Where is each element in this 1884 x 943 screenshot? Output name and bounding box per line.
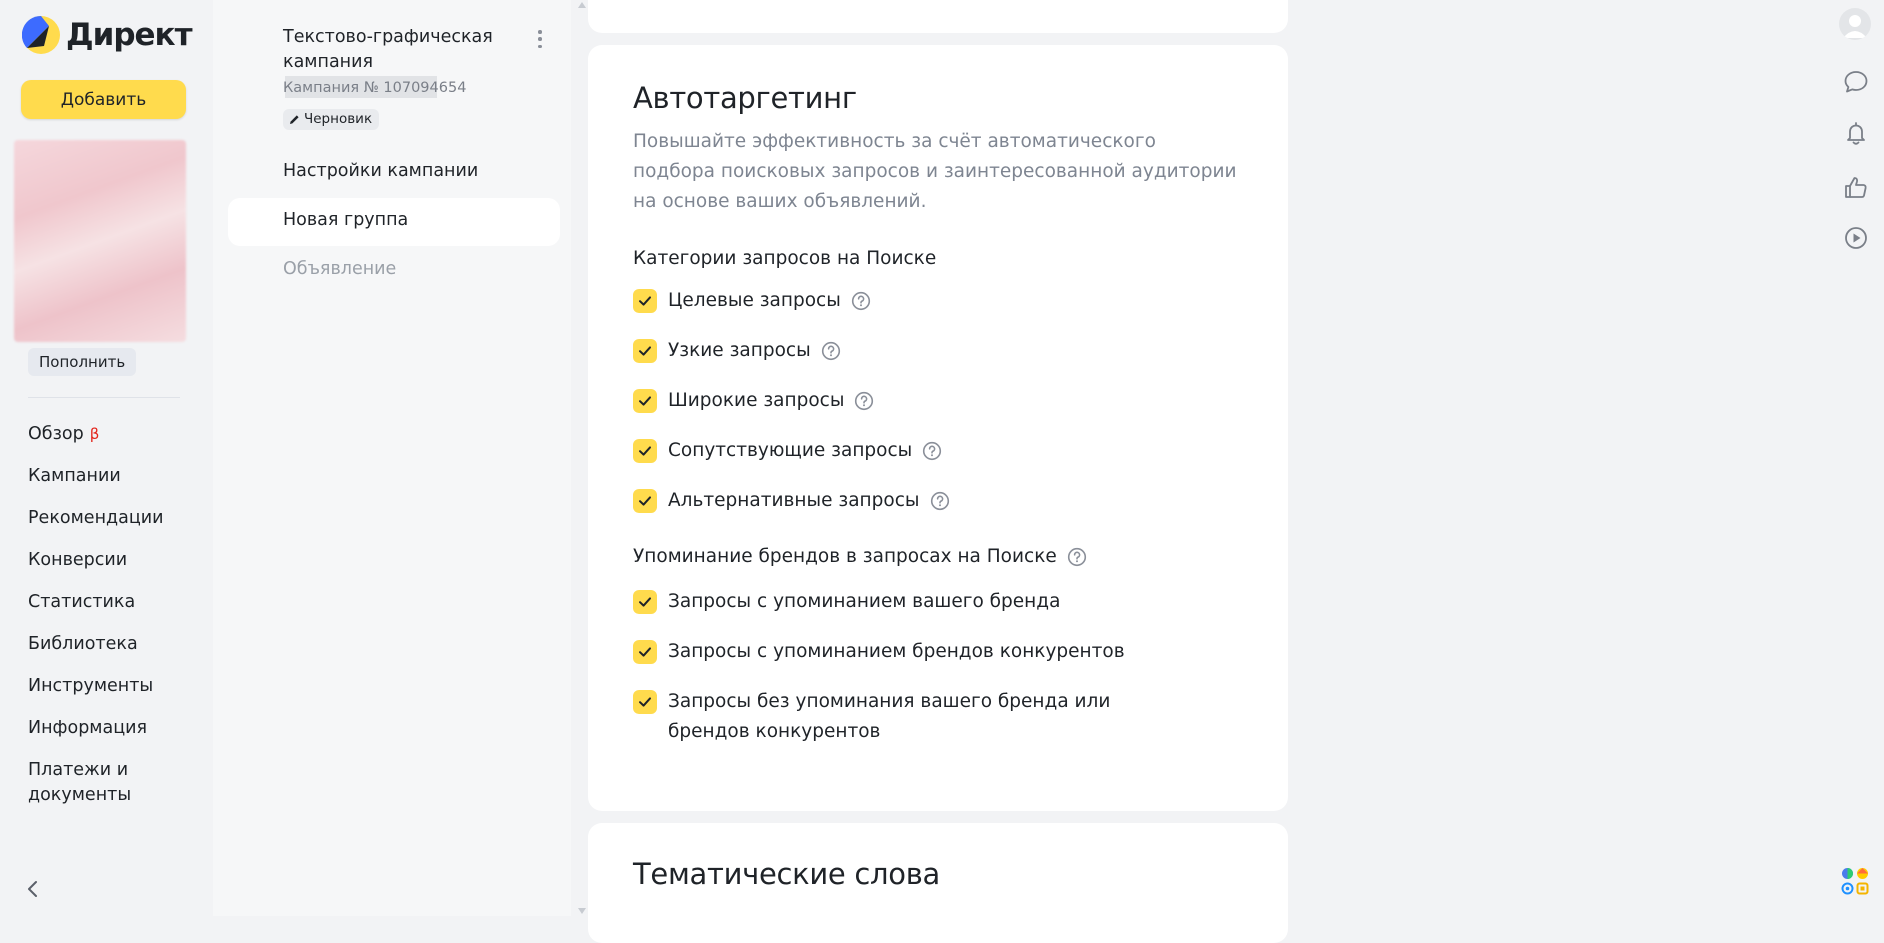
campaign-number: Кампания № 107094654 bbox=[283, 80, 467, 96]
direct-logo[interactable]: Директ bbox=[22, 16, 193, 54]
direct-logo-icon bbox=[22, 16, 60, 54]
checkbox-row[interactable]: Запросы без упоминания вашего бренда или… bbox=[633, 687, 1243, 747]
nav-item-recommendations[interactable]: Рекомендации bbox=[28, 506, 198, 531]
checkbox-label: Запросы без упоминания вашего бренда или… bbox=[668, 691, 1111, 742]
check-icon bbox=[639, 697, 651, 707]
checkbox-row[interactable]: Широкие запросы bbox=[633, 386, 1243, 416]
beta-badge: β bbox=[89, 425, 100, 443]
balance-block-redacted bbox=[14, 140, 186, 342]
help-icon[interactable] bbox=[1067, 547, 1087, 567]
checkbox-row[interactable]: Запросы с упоминанием брендов конкуренто… bbox=[633, 637, 1243, 667]
check-icon bbox=[639, 597, 651, 607]
apps-icon[interactable] bbox=[1840, 866, 1870, 896]
checkbox-row[interactable]: Сопутствующие запросы bbox=[633, 436, 1243, 466]
nav-item-payments[interactable]: Платежи и документы bbox=[28, 758, 158, 808]
brands-heading: Упоминание брендов в запросах на Поиске bbox=[633, 546, 1243, 567]
chat-icon[interactable] bbox=[1842, 68, 1870, 96]
checkbox-checked[interactable] bbox=[633, 439, 657, 463]
help-icon[interactable] bbox=[851, 291, 871, 311]
help-icon[interactable] bbox=[922, 441, 942, 461]
check-icon bbox=[639, 296, 651, 306]
check-icon bbox=[639, 647, 651, 657]
checkbox-checked[interactable] bbox=[633, 690, 657, 714]
thumbs-up-icon[interactable] bbox=[1842, 173, 1870, 201]
menu-item-ad[interactable]: Объявление bbox=[283, 259, 396, 279]
pencil-icon bbox=[290, 114, 299, 124]
main-navigation: Директ Добавить Пополнить Обзор β Кампани… bbox=[0, 0, 213, 916]
campaign-menu-icon[interactable] bbox=[533, 28, 547, 50]
nav-item-overview[interactable]: Обзор β bbox=[28, 422, 198, 447]
check-icon bbox=[639, 446, 651, 456]
nav-item-tools[interactable]: Инструменты bbox=[28, 674, 198, 699]
nav-item-conversions[interactable]: Конверсии bbox=[28, 548, 198, 573]
checkbox-label: Запросы с упоминанием вашего бренда bbox=[668, 591, 1061, 612]
add-button[interactable]: Добавить bbox=[21, 80, 186, 119]
checkbox-label: Широкие запросы bbox=[668, 390, 845, 411]
brands-heading-text: Упоминание брендов в запросах на Поиске bbox=[633, 546, 1057, 567]
status-badge: Черновик bbox=[283, 109, 380, 130]
checkbox-checked[interactable] bbox=[633, 640, 657, 664]
checkbox-label: Запросы с упоминанием брендов конкуренто… bbox=[668, 641, 1125, 662]
scroll-up-arrow-icon[interactable] bbox=[578, 2, 586, 8]
campaign-title-text: Текстово-графическая кампания bbox=[283, 27, 493, 72]
checkbox-checked[interactable] bbox=[633, 489, 657, 513]
nav-item-statistics[interactable]: Статистика bbox=[28, 590, 198, 615]
checkbox-label: Узкие запросы bbox=[668, 340, 811, 361]
menu-item-campaign-settings[interactable]: Настройки кампании bbox=[283, 161, 478, 181]
campaign-panel: Текстово-графическая кампания Кампания №… bbox=[213, 0, 571, 916]
nav-item-library[interactable]: Библиотека bbox=[28, 632, 198, 657]
nav-list: Обзор β Кампании Рекомендации Конверсии С… bbox=[28, 422, 198, 825]
thematic-words-title: Тематические слова bbox=[633, 857, 940, 891]
autotargeting-title: Автотаргетинг bbox=[633, 81, 857, 115]
menu-item-new-group[interactable]: Новая группа bbox=[283, 210, 408, 230]
checkbox-label: Альтернативные запросы bbox=[668, 490, 920, 511]
user-icon bbox=[1843, 15, 1867, 38]
play-icon[interactable] bbox=[1842, 224, 1870, 252]
check-icon bbox=[639, 496, 651, 506]
checkbox-checked[interactable] bbox=[633, 289, 657, 313]
previous-section-card bbox=[588, 0, 1288, 33]
status-badge-label: Черновик bbox=[304, 111, 373, 127]
bell-icon[interactable] bbox=[1842, 119, 1870, 147]
checkbox-checked[interactable] bbox=[633, 339, 657, 363]
nav-divider bbox=[28, 397, 180, 398]
nav-item-label: Обзор bbox=[28, 424, 84, 444]
help-icon[interactable] bbox=[821, 341, 841, 361]
check-icon bbox=[639, 346, 651, 356]
collapse-sidebar-icon[interactable] bbox=[24, 880, 42, 898]
checkbox-checked[interactable] bbox=[633, 389, 657, 413]
search-categories-heading: Категории запросов на Поиске bbox=[633, 248, 937, 269]
help-icon[interactable] bbox=[854, 391, 874, 411]
nav-item-campaigns[interactable]: Кампании bbox=[28, 464, 198, 489]
checkbox-checked[interactable] bbox=[633, 590, 657, 614]
nav-item-information[interactable]: Информация bbox=[28, 716, 198, 741]
autotargeting-card: Автотаргетинг Повышайте эффективность за… bbox=[588, 45, 1288, 811]
help-icon[interactable] bbox=[930, 491, 950, 511]
thematic-words-card: Тематические слова bbox=[588, 823, 1288, 943]
brand-name: Директ bbox=[66, 17, 193, 53]
checkbox-label: Целевые запросы bbox=[668, 290, 841, 311]
checkbox-row[interactable]: Альтернативные запросы bbox=[633, 486, 1243, 516]
topup-button[interactable]: Пополнить bbox=[28, 348, 137, 376]
scroll-down-arrow-icon[interactable] bbox=[578, 908, 586, 914]
checkbox-row[interactable]: Узкие запросы bbox=[633, 336, 1243, 366]
avatar[interactable] bbox=[1839, 8, 1871, 40]
checkbox-row[interactable]: Запросы с упоминанием вашего бренда bbox=[633, 587, 1243, 617]
checkbox-row[interactable]: Целевые запросы bbox=[633, 286, 1243, 316]
autotargeting-description: Повышайте эффективность за счёт автомати… bbox=[633, 131, 1237, 212]
checkbox-label: Сопутствующие запросы bbox=[668, 440, 913, 461]
check-icon bbox=[639, 396, 651, 406]
